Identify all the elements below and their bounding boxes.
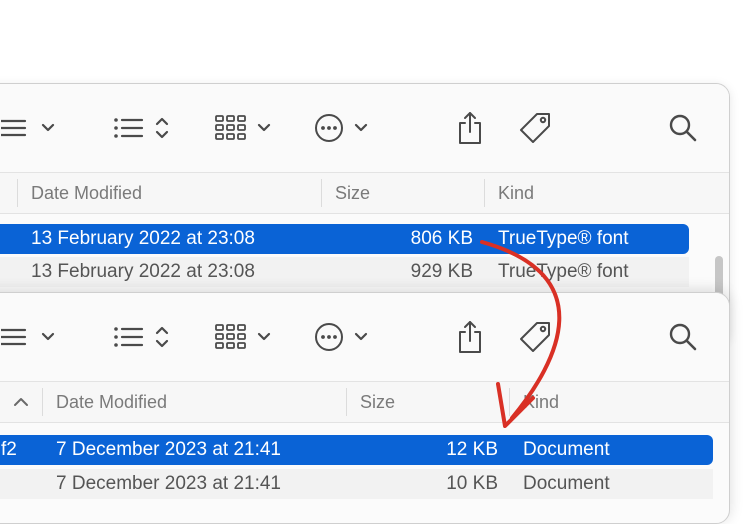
- search-button[interactable]: [668, 108, 698, 148]
- more-actions-button[interactable]: [314, 317, 368, 357]
- chevron-down-icon: [354, 332, 368, 342]
- chevron-down-icon: [41, 332, 55, 342]
- file-row[interactable]: 13 February 2022 at 23:08 929 KB TrueTyp…: [0, 257, 689, 287]
- list-view-button[interactable]: [113, 108, 169, 148]
- column-separator: [346, 388, 347, 416]
- column-separator: [17, 179, 18, 207]
- view-options-button[interactable]: [1, 317, 55, 357]
- sort-ascending-icon[interactable]: [13, 382, 29, 422]
- search-button[interactable]: [668, 317, 698, 357]
- row-date: 7 December 2023 at 21:41: [56, 439, 281, 460]
- share-icon: [456, 319, 484, 355]
- toolbar: [0, 84, 729, 172]
- more-actions-button[interactable]: [314, 108, 368, 148]
- row-name: f2: [1, 439, 17, 460]
- toolbar: [0, 293, 729, 381]
- sidebar-list-icon: [1, 116, 31, 140]
- share-button[interactable]: [456, 108, 484, 148]
- column-separator: [484, 179, 485, 207]
- sort-updown-icon: [155, 115, 169, 141]
- search-icon: [668, 113, 698, 143]
- tag-button[interactable]: [519, 108, 553, 148]
- row-date: 7 December 2023 at 21:41: [56, 473, 281, 494]
- grid-view-icon: [215, 114, 247, 142]
- chevron-down-icon: [41, 123, 55, 133]
- chevron-down-icon: [257, 332, 271, 342]
- view-options-button[interactable]: [1, 108, 55, 148]
- tag-button[interactable]: [519, 317, 553, 357]
- column-separator: [42, 388, 43, 416]
- list-view-icon: [113, 116, 145, 140]
- row-size: 12 KB: [446, 439, 498, 460]
- list-view-icon: [113, 325, 145, 349]
- share-button[interactable]: [456, 317, 484, 357]
- row-kind: Document: [523, 439, 610, 460]
- column-separator: [321, 179, 322, 207]
- header-kind[interactable]: Kind: [498, 173, 534, 213]
- list-view-button[interactable]: [113, 317, 169, 357]
- header-date-modified[interactable]: Date Modified: [31, 173, 142, 213]
- finder-window-bottom: Date Modified Size Kind f2 7 December 20…: [0, 292, 730, 524]
- header-kind[interactable]: Kind: [523, 382, 559, 422]
- row-kind: Document: [523, 473, 610, 494]
- tag-icon: [519, 320, 553, 354]
- row-size: 10 KB: [446, 473, 498, 494]
- row-kind: TrueType® font: [498, 228, 629, 249]
- file-row-selected[interactable]: f2 7 December 2023 at 21:41 12 KB Docume…: [0, 435, 713, 465]
- row-size: 929 KB: [410, 261, 473, 282]
- share-icon: [456, 110, 484, 146]
- column-header: Date Modified Size Kind: [0, 172, 729, 214]
- search-icon: [668, 322, 698, 352]
- file-row[interactable]: 7 December 2023 at 21:41 10 KB Document: [0, 469, 713, 499]
- more-actions-icon: [314, 322, 344, 352]
- header-size[interactable]: Size: [360, 382, 395, 422]
- header-date-modified[interactable]: Date Modified: [56, 382, 167, 422]
- tag-icon: [519, 111, 553, 145]
- row-date: 13 February 2022 at 23:08: [31, 228, 255, 249]
- header-size[interactable]: Size: [335, 173, 370, 213]
- row-date: 13 February 2022 at 23:08: [31, 261, 255, 282]
- chevron-down-icon: [354, 123, 368, 133]
- more-actions-icon: [314, 113, 344, 143]
- sort-updown-icon: [155, 324, 169, 350]
- file-row-selected[interactable]: 13 February 2022 at 23:08 806 KB TrueTyp…: [0, 224, 689, 254]
- group-view-button[interactable]: [215, 317, 271, 357]
- row-size: 806 KB: [410, 228, 473, 249]
- chevron-down-icon: [257, 123, 271, 133]
- sidebar-list-icon: [1, 325, 31, 349]
- column-header: Date Modified Size Kind: [0, 381, 729, 423]
- grid-view-icon: [215, 323, 247, 351]
- column-separator: [509, 388, 510, 416]
- group-view-button[interactable]: [215, 108, 271, 148]
- row-kind: TrueType® font: [498, 261, 629, 282]
